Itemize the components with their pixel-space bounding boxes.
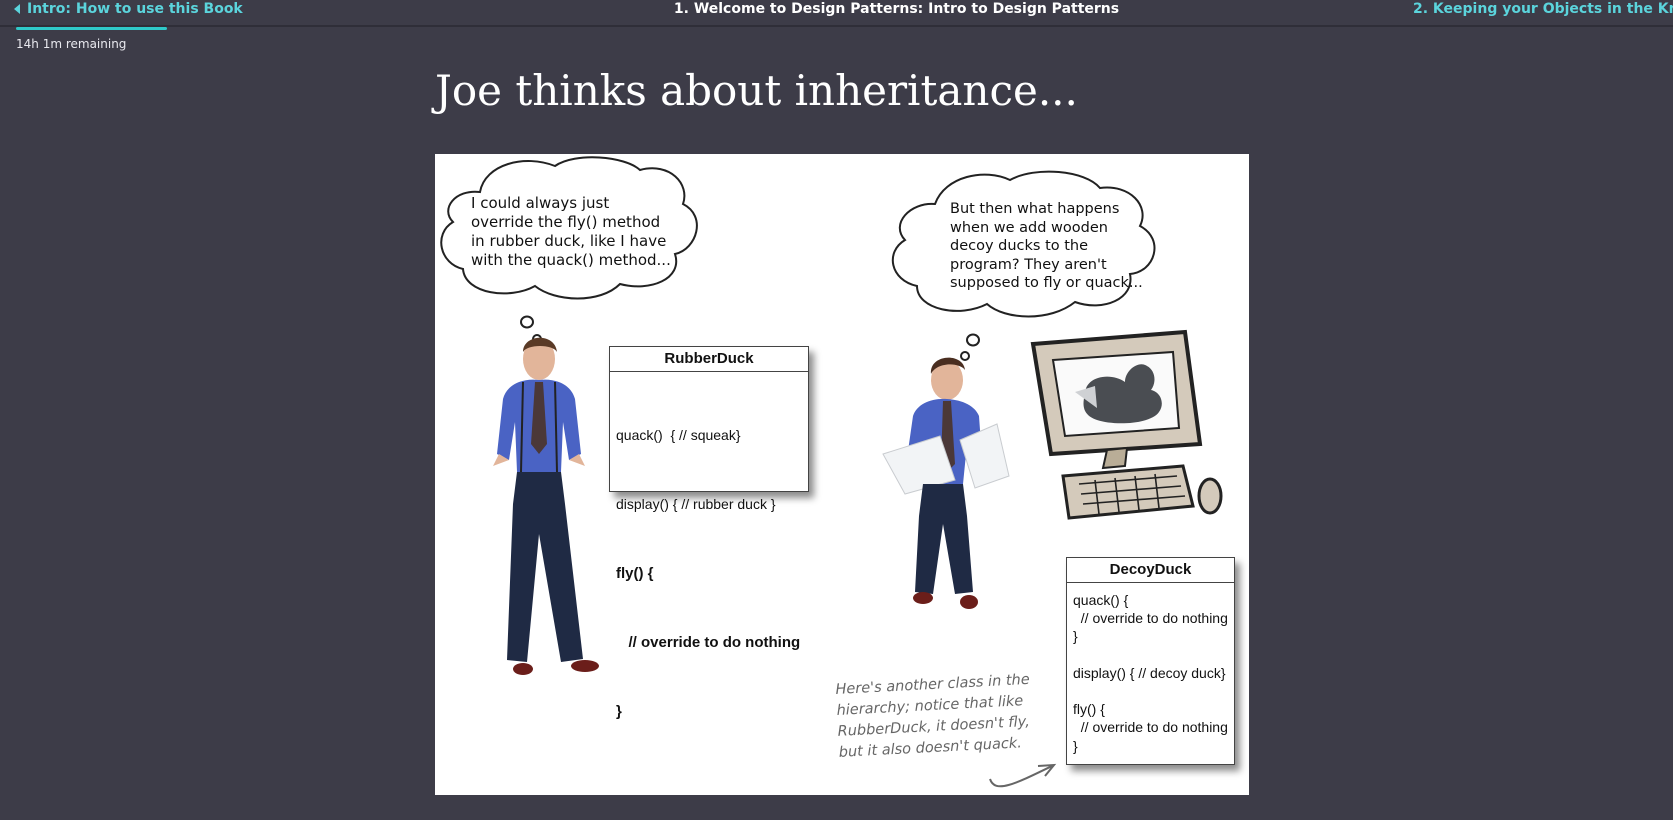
person-joe-standing (493, 337, 599, 675)
note-arrow (989, 765, 1053, 788)
illustration: I could always just override the fly() m… (435, 154, 1249, 795)
rubberduck-quack-line: quack() { // squeak} (616, 427, 741, 443)
rubberduck-class-name: RubberDuck (610, 347, 808, 372)
rubberduck-override-line: // override to do nothing (616, 634, 801, 651)
chapter-nav-bar: Intro: How to use this Book 1. Welcome t… (0, 0, 1673, 27)
thought-bubble-right-text: But then what happens when we add wooden… (950, 201, 1143, 291)
page-title: Joe thinks about inheritance... (435, 66, 1078, 115)
rubberduck-class-box: RubberDuck quack() { // squeak} display(… (609, 346, 809, 720)
rubberduck-fly-line: fly() { (616, 565, 654, 582)
hierarchy-note: Here's another class in the hierarchy; n… (835, 671, 1031, 761)
thought-bubble-left-text: I could always just override the fly() m… (471, 194, 671, 269)
person-joe-reading (882, 357, 1010, 609)
reading-progress-bar (16, 27, 167, 30)
decoyduck-methods: quack() { // override to do nothing } di… (1073, 592, 1228, 754)
decoyduck-class-box: DecoyDuck quack() { // override to do no… (1066, 557, 1235, 765)
rubberduck-display-line: display() { // rubber duck } (616, 496, 776, 512)
decoyduck-class-name: DecoyDuck (1067, 558, 1234, 583)
nav-divider (0, 25, 1673, 27)
computer-illustration (1030, 329, 1223, 520)
time-remaining: 14h 1m remaining (16, 37, 127, 51)
next-chapter-link[interactable]: 2. Keeping your Objects in the Know: The… (1413, 1, 1673, 17)
rubberduck-close-line: } (616, 703, 622, 720)
